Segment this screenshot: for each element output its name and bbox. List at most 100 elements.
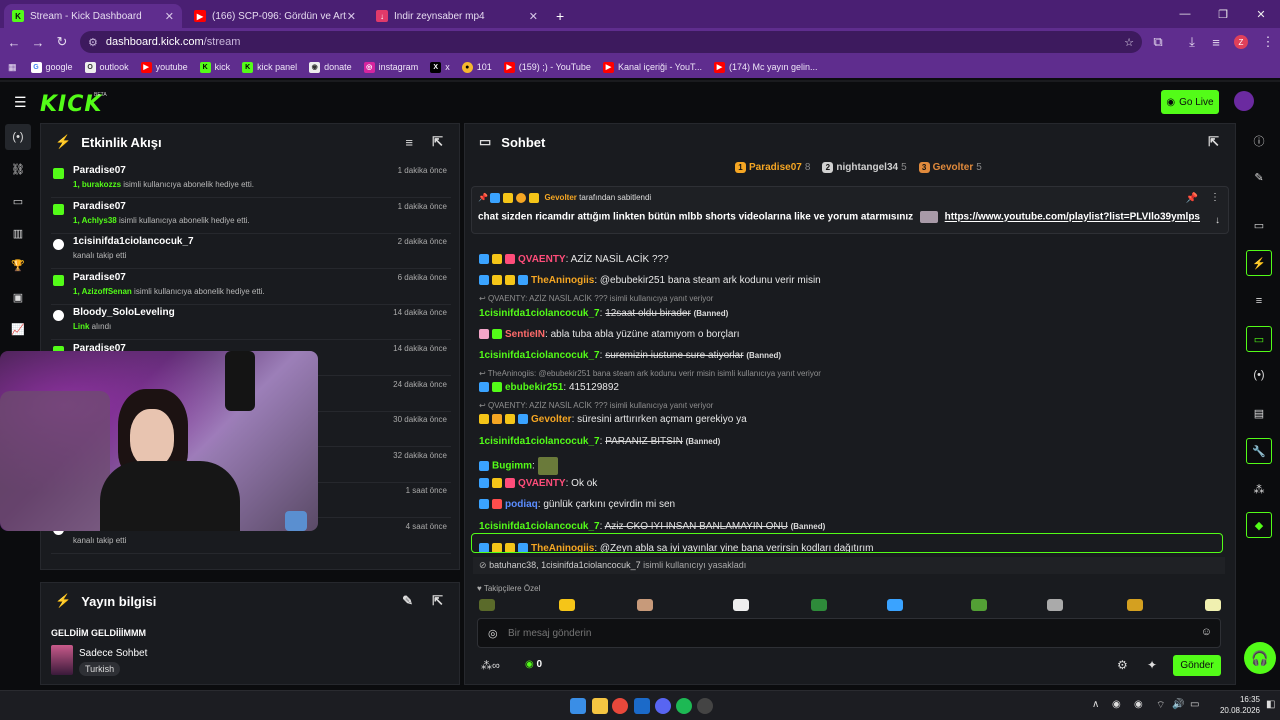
activity-user[interactable]: Paradise07 bbox=[73, 201, 126, 212]
download-icon[interactable]: ⤓ bbox=[1180, 30, 1204, 54]
media-icon[interactable]: ≡ bbox=[1204, 30, 1228, 54]
collapse-icon[interactable]: ↓ bbox=[1215, 215, 1220, 226]
bookmark[interactable]: Xx bbox=[430, 61, 450, 73]
chat-username[interactable]: QVAENTY bbox=[518, 478, 566, 489]
site-info-icon[interactable]: ⚙ bbox=[88, 36, 98, 49]
chat-message-field[interactable] bbox=[508, 625, 1188, 641]
window-close-icon[interactable]: ✕ bbox=[1242, 0, 1280, 28]
bookmark[interactable]: Ggoogle bbox=[30, 61, 73, 73]
bookmark[interactable]: ◎ instagram bbox=[363, 61, 418, 73]
stats-icon[interactable]: 📈 bbox=[5, 316, 31, 342]
leader-entry[interactable]: 2 nightangel34 5 bbox=[822, 162, 907, 173]
category-name[interactable]: Sadece Sohbet bbox=[79, 648, 147, 659]
activity-user[interactable]: Paradise07 bbox=[73, 272, 126, 283]
battery-icon[interactable]: ▭ bbox=[1190, 699, 1199, 710]
chat-username[interactable]: 1cisinifda1ciolancocuk_7 bbox=[479, 308, 600, 319]
link-icon[interactable]: ⛓ bbox=[5, 156, 31, 182]
close-icon[interactable]: ✕ bbox=[529, 10, 538, 23]
printer-icon[interactable]: ▤ bbox=[1246, 400, 1272, 426]
bookmark[interactable]: ▶ youtube bbox=[140, 61, 188, 73]
chat-username[interactable]: ebubekir251 bbox=[505, 382, 563, 393]
chrome-icon[interactable] bbox=[612, 698, 628, 714]
chat-toggle-icon[interactable]: ▭ bbox=[1246, 326, 1272, 352]
emote-icon[interactable] bbox=[887, 599, 903, 611]
chat-username[interactable]: Gevolter bbox=[531, 414, 572, 425]
steam-icon[interactable] bbox=[634, 698, 650, 714]
pinned-by-user[interactable]: Gevolter bbox=[544, 193, 576, 202]
avatar[interactable] bbox=[1234, 91, 1254, 111]
activity-icon[interactable]: ⚡ bbox=[1246, 250, 1272, 276]
chat-username[interactable]: TheAninogiis bbox=[531, 275, 594, 286]
trophy-icon[interactable]: 🏆 bbox=[5, 252, 31, 278]
address-bar[interactable]: ⚙ dashboard.kick.com/stream ☆ bbox=[80, 31, 1142, 53]
popout-icon[interactable]: ⇱ bbox=[1208, 134, 1219, 150]
mod-tools-icon[interactable]: ✦ bbox=[1147, 658, 1157, 672]
reload-icon[interactable]: ↻ bbox=[50, 30, 74, 54]
forward-icon[interactable]: → bbox=[26, 30, 50, 54]
new-tab-button[interactable]: + bbox=[556, 8, 564, 24]
analytics-icon[interactable]: ▥ bbox=[5, 220, 31, 246]
emote-icon[interactable] bbox=[733, 599, 749, 611]
tray-app-icon[interactable]: ◉ bbox=[1134, 699, 1143, 710]
shield-icon[interactable]: ◎ bbox=[488, 627, 498, 640]
chat-username[interactable]: podiaq bbox=[505, 499, 538, 510]
restore-icon[interactable]: ❐ bbox=[1204, 0, 1242, 28]
browser-tab[interactable]: K Stream - Kick Dashboard ✕ bbox=[4, 4, 182, 28]
hamburger-icon[interactable]: ☰ bbox=[14, 94, 27, 111]
bookmark[interactable]: ▶ (159) ;) - YouTube bbox=[503, 61, 591, 73]
channel-points-icon[interactable]: ⁂∞ bbox=[481, 659, 500, 672]
bookmark[interactable]: Kkick panel bbox=[242, 61, 297, 73]
wifi-icon[interactable]: ⌔ bbox=[1156, 699, 1165, 712]
close-icon[interactable]: ✕ bbox=[347, 10, 356, 23]
edit-icon[interactable]: ✎ bbox=[1246, 164, 1272, 190]
steam-tray-icon[interactable]: ◉ bbox=[1112, 699, 1121, 710]
emote-icon[interactable] bbox=[1205, 599, 1221, 611]
emote-icon[interactable] bbox=[637, 599, 653, 611]
video-icon[interactable]: ▣ bbox=[5, 284, 31, 310]
wrench-icon[interactable]: 🔧 bbox=[1246, 438, 1272, 464]
stream-icon[interactable]: (•) bbox=[5, 124, 31, 150]
activity-user[interactable]: Paradise07 bbox=[73, 165, 126, 176]
chat-input[interactable]: ◎ ☺ bbox=[477, 618, 1221, 648]
edit-icon[interactable]: ✎ bbox=[402, 593, 413, 609]
emote-icon[interactable] bbox=[559, 599, 575, 611]
leader-entry[interactable]: 3 Gevolter 5 bbox=[918, 162, 982, 173]
emote-icon[interactable] bbox=[1127, 599, 1143, 611]
emote-icon[interactable] bbox=[1047, 599, 1063, 611]
activity-user[interactable]: Bloody_SoloLeveling bbox=[73, 307, 175, 318]
tag-icon[interactable]: ◆ bbox=[1246, 512, 1272, 538]
apps-icon[interactable]: ▦ bbox=[8, 62, 17, 73]
bookmark[interactable]: Kkick bbox=[199, 61, 230, 73]
volume-icon[interactable]: 🔊 bbox=[1172, 699, 1184, 710]
file-explorer-icon[interactable] bbox=[592, 698, 608, 714]
chat-username[interactable]: 1cisinifda1ciolancocuk_7 bbox=[479, 436, 600, 447]
chat-username[interactable]: QVAENTY bbox=[518, 254, 566, 265]
tray-chevron-icon[interactable]: ∧ bbox=[1092, 699, 1099, 710]
popout-icon[interactable]: ⇱ bbox=[432, 134, 443, 150]
emote-icon[interactable] bbox=[971, 599, 987, 611]
settings-icon[interactable]: ⚙ bbox=[1117, 658, 1128, 672]
pinned-link[interactable]: https://www.youtube.com/playlist?list=PL… bbox=[945, 212, 1200, 223]
clock[interactable]: 16:35 20.08.2026 bbox=[1210, 694, 1260, 716]
browser-tab[interactable]: ↓ İndir zeynsaber mp4 ✕ bbox=[368, 4, 546, 28]
unpin-icon[interactable]: 📌 bbox=[1186, 193, 1198, 204]
activity-user[interactable]: 1cisinifda1ciolancocuk_7 bbox=[73, 236, 194, 247]
bookmark-star-icon[interactable]: ☆ bbox=[1124, 36, 1134, 49]
chat-username[interactable]: SentieIN bbox=[505, 329, 545, 340]
chat-username[interactable]: 1cisinifda1ciolancocuk_7 bbox=[479, 521, 600, 532]
points-display[interactable]: ◉ 0 bbox=[525, 659, 542, 670]
send-button[interactable]: Gönder bbox=[1173, 655, 1221, 676]
profile-avatar[interactable]: Z bbox=[1234, 35, 1248, 49]
discord-icon[interactable] bbox=[655, 698, 671, 714]
more-options-icon[interactable]: ⋮ bbox=[1210, 192, 1220, 203]
extensions-icon[interactable]: ⧉ bbox=[1146, 30, 1170, 54]
popout-icon[interactable]: ⇱ bbox=[432, 593, 443, 609]
close-icon[interactable]: ✕ bbox=[165, 10, 174, 23]
chat-username[interactable]: Bugimm bbox=[492, 461, 532, 472]
chat-username[interactable]: 1cisinifda1ciolancocuk_7 bbox=[479, 350, 600, 361]
go-live-button[interactable]: ◉ Go Live bbox=[1161, 90, 1219, 114]
bookmark[interactable]: ▶ Kanal içeriği - YouT... bbox=[602, 61, 702, 73]
window-icon[interactable]: ▭ bbox=[5, 188, 31, 214]
app-icon[interactable] bbox=[697, 698, 713, 714]
emoji-icon[interactable]: ☺ bbox=[1201, 626, 1212, 638]
